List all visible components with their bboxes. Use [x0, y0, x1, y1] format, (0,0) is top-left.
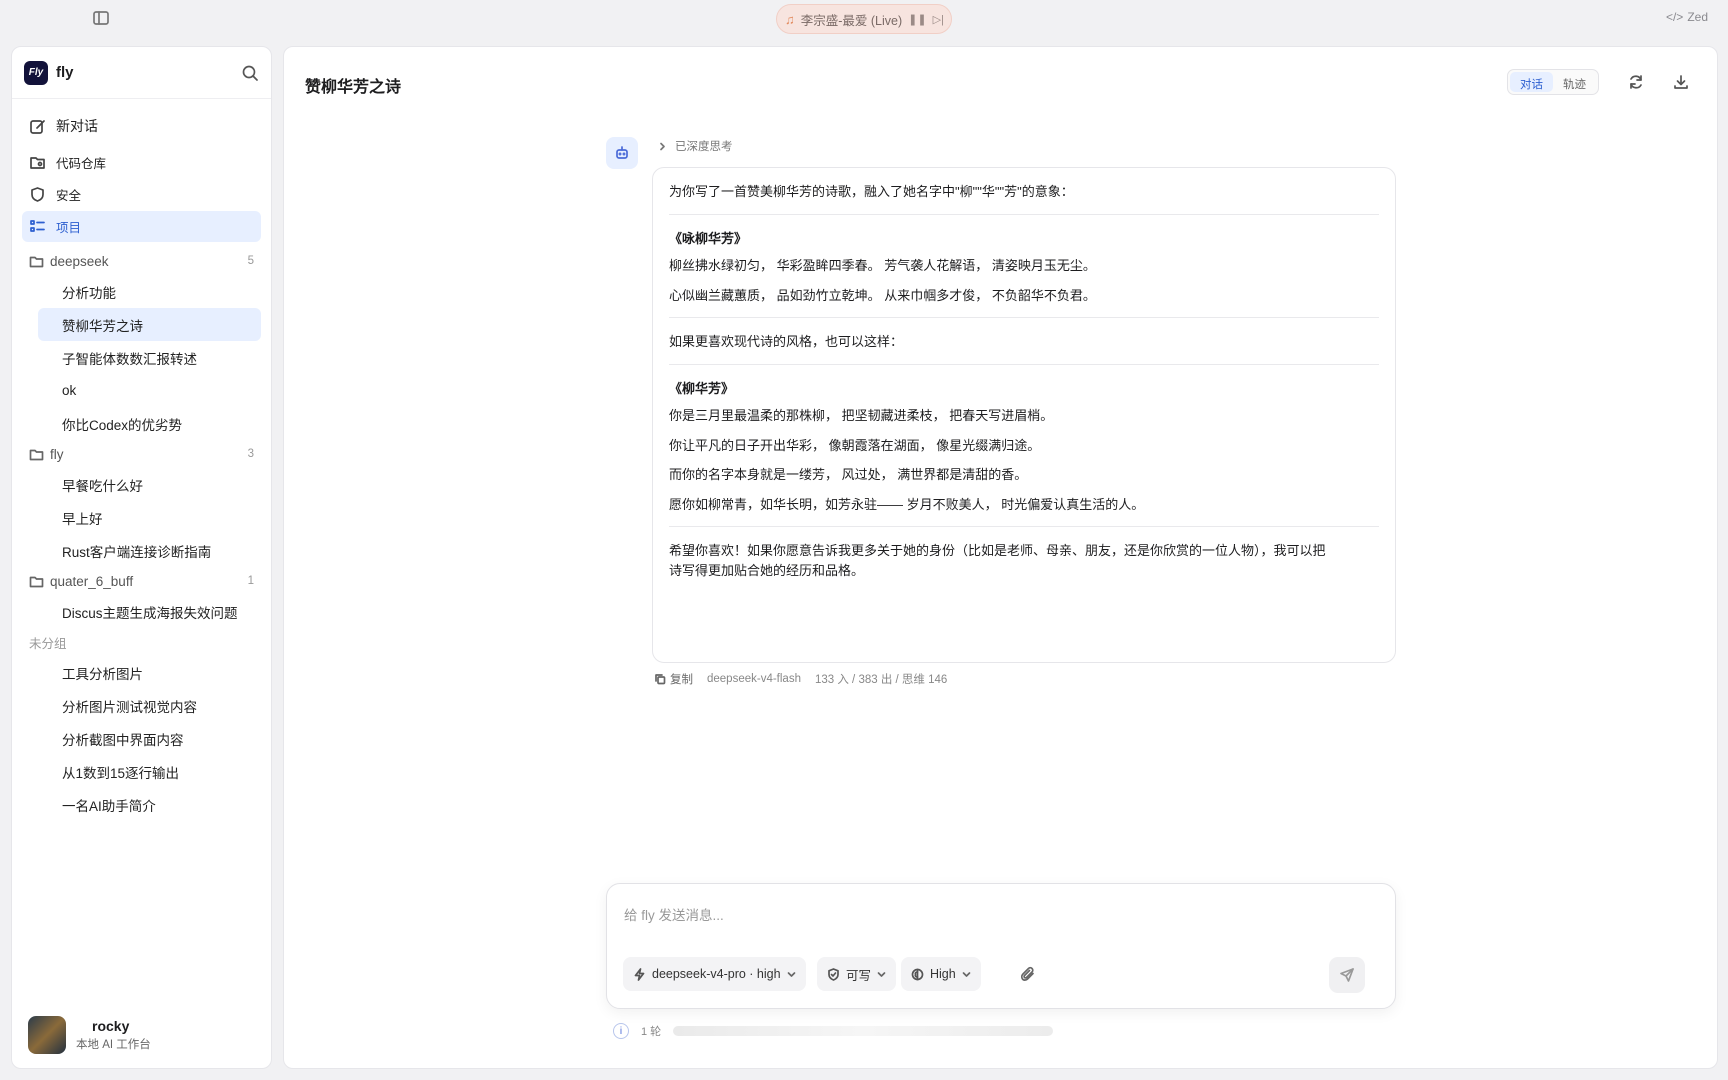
list-item[interactable]: 分析功能 — [38, 275, 261, 308]
page-title: 赞柳华芳之诗 — [305, 79, 402, 96]
message-transition: 如果更喜欢现代诗的风格，也可以这样： — [669, 334, 904, 349]
shield-check-icon — [827, 967, 840, 981]
list-item[interactable]: 从1数到15逐行输出 — [38, 755, 261, 788]
copy-button[interactable]: 复制 — [654, 671, 693, 687]
sidebar-title: fly — [56, 64, 74, 81]
media-title: 李宗盛-最爱 (Live) — [800, 13, 903, 28]
poem-line: 你让平凡的日子开出华彩， 像朝霞落在湖面， 像星光缀满归途。 — [669, 437, 1041, 453]
avatar — [28, 1016, 66, 1054]
token-usage: 133 入 / 383 出 / 思维 146 — [814, 674, 948, 686]
shield-icon — [29, 186, 46, 203]
app-logo: Fly — [24, 60, 48, 85]
list-icon — [29, 218, 46, 235]
permission-selector[interactable]: 可写 — [817, 957, 897, 991]
user-profile[interactable]: rocky 本地 AI 工作台 — [28, 1016, 151, 1054]
message-closing: 诗写得更加贴合她的经历和品格。 — [669, 562, 865, 578]
sidebar-nav: 新对话 代码仓库 安全 项目 — [12, 99, 271, 242]
brain-icon — [911, 968, 924, 981]
divider — [669, 317, 1379, 318]
group-header[interactable]: quater_6_buff 1 — [22, 567, 261, 595]
list-item[interactable]: 你比Codex的优劣势 — [38, 407, 261, 440]
poem-line: 你是三月里最温柔的那株柳， 把坚韧藏进柔枝， 把春天写进眉梢。 — [669, 408, 1054, 423]
refresh-icon[interactable] — [1627, 73, 1645, 91]
bot-avatar-icon — [606, 137, 638, 169]
divider — [669, 363, 1379, 365]
download-icon[interactable] — [1672, 73, 1690, 91]
attach-icon[interactable] — [1020, 966, 1036, 982]
send-button[interactable] — [1329, 957, 1365, 993]
effort-selector[interactable]: High — [901, 957, 981, 991]
message-meta: 复制 deepseek-v4-flash 133 入 / 383 出 / 思维 … — [654, 671, 947, 687]
message-input[interactable]: 给 fly 发送消息... — [624, 904, 724, 924]
list-item[interactable]: 分析截图中界面内容 — [38, 722, 261, 755]
sidebar-item-security[interactable]: 安全 — [22, 179, 261, 210]
lightning-icon — [633, 967, 646, 981]
music-note-icon: ♫ — [785, 11, 795, 27]
new-chat-button[interactable]: 新对话 — [22, 107, 261, 145]
list-item[interactable]: ok — [38, 374, 261, 407]
poem-line: 而你的名字本身就是一缕芳， 风过处， 满世界都是清甜的香。 — [669, 467, 1028, 482]
folder-icon — [29, 447, 44, 462]
list-item[interactable]: 工具分析图片 — [38, 656, 261, 689]
repo-icon — [29, 154, 46, 171]
top-bar: ♫ 李宗盛-最爱 (Live) ❚❚ ▷| </> Zed — [0, 0, 1728, 40]
folder-icon — [29, 254, 44, 269]
list-item[interactable]: Discus主题生成海报失效问题 — [38, 595, 261, 628]
group-header[interactable]: deepseek 5 — [22, 247, 261, 275]
chevron-down-icon — [877, 970, 886, 979]
sidebar-header: Fly fly — [12, 47, 271, 99]
message-closing: 希望你喜欢！如果你愿意告诉我更多关于她的身份（比如是老师、母亲、朋友，还是你欣赏… — [669, 543, 1326, 558]
divider — [669, 526, 1379, 527]
list-item[interactable]: 早上好 — [38, 501, 261, 534]
media-player-pill[interactable]: ♫ 李宗盛-最爱 (Live) ❚❚ ▷| — [776, 4, 952, 34]
copy-icon — [654, 673, 666, 685]
user-name: rocky — [92, 1018, 130, 1034]
ungrouped-header: 未分组 — [29, 636, 67, 651]
tab-trace[interactable]: 轨迹 — [1553, 72, 1596, 92]
project-groups: deepseek 5 分析功能 赞柳华芳之诗 子智能体数数汇报转述 ok 你比C… — [12, 243, 271, 821]
poem-line: 心似幽兰藏蕙质， 品如劲竹立乾坤。 从来巾帼多才俊， 不负韶华不负君。 — [669, 287, 1096, 303]
chevron-down-icon — [787, 970, 796, 979]
send-icon — [1339, 967, 1355, 983]
main-panel: 赞柳华芳之诗 对话 轨迹 已深度思考 为你写了一首赞美柳华芳的诗歌，融入了她名字… — [283, 46, 1718, 1069]
next-track-icon[interactable]: ▷| — [933, 13, 944, 26]
list-item[interactable]: Rust客户端连接诊断指南 — [38, 534, 261, 567]
folder-icon — [29, 574, 44, 589]
composer-footer: i 1 轮 — [613, 1023, 1054, 1039]
blurred-status — [673, 1026, 1054, 1036]
message-intro: 为你写了一首赞美柳华芳的诗歌，融入了她名字中"柳""华""芳"的意象： — [669, 184, 1074, 199]
list-item[interactable]: 一名AI助手简介 — [38, 788, 261, 821]
chevron-down-icon — [962, 970, 971, 979]
poem-line: 愿你如柳常青，如华长明，如芳永驻—— 岁月不败美人， 时光偏爱认真生活的人。 — [669, 496, 1145, 512]
tab-chat[interactable]: 对话 — [1510, 72, 1553, 92]
code-icon: </> — [1665, 10, 1684, 24]
poem-line: 柳丝拂水绿初匀， 华彩盈眸四季春。 芳气袭人花解语， 清姿映月玉无尘。 — [669, 258, 1096, 273]
sidebar-item-projects[interactable]: 项目 — [22, 211, 261, 242]
sidebar: Fly fly 新对话 代码仓库 安全 项目 deepseek 5 分析功能 赞… — [11, 46, 272, 1069]
model-name: deepseek-v4-flash — [707, 673, 801, 685]
app-label: </> Zed — [1665, 10, 1708, 24]
search-icon[interactable] — [241, 64, 259, 82]
poem-title: 《柳华芳》 — [669, 380, 735, 396]
list-item-active[interactable]: 赞柳华芳之诗 — [38, 308, 261, 341]
list-item[interactable]: 子智能体数数汇报转述 — [38, 341, 261, 374]
list-item[interactable]: 分析图片测试视觉内容 — [38, 689, 261, 722]
info-icon[interactable]: i — [613, 1023, 629, 1039]
sidebar-item-repo[interactable]: 代码仓库 — [22, 147, 261, 178]
view-toggle: 对话 轨迹 — [1507, 69, 1599, 95]
user-subtitle: 本地 AI 工作台 — [76, 1039, 151, 1051]
sidebar-toggle-icon[interactable] — [92, 10, 110, 26]
pause-icon[interactable]: ❚❚ — [908, 13, 926, 26]
round-count: 1 轮 — [641, 1026, 662, 1038]
message-composer[interactable]: 给 fly 发送消息... deepseek-v4-pro · high 可写 … — [606, 883, 1396, 1009]
group-header[interactable]: fly 3 — [22, 440, 261, 468]
thinking-toggle[interactable]: 已深度思考 — [658, 138, 733, 154]
list-item[interactable]: 早餐吃什么好 — [38, 468, 261, 501]
assistant-message: 为你写了一首赞美柳华芳的诗歌，融入了她名字中"柳""华""芳"的意象： 《咏柳华… — [652, 167, 1396, 663]
edit-icon — [29, 118, 46, 135]
poem-title: 《咏柳华芳》 — [669, 230, 748, 246]
chevron-right-icon — [658, 142, 667, 151]
model-selector[interactable]: deepseek-v4-pro · high — [623, 957, 806, 991]
divider — [669, 213, 1379, 215]
